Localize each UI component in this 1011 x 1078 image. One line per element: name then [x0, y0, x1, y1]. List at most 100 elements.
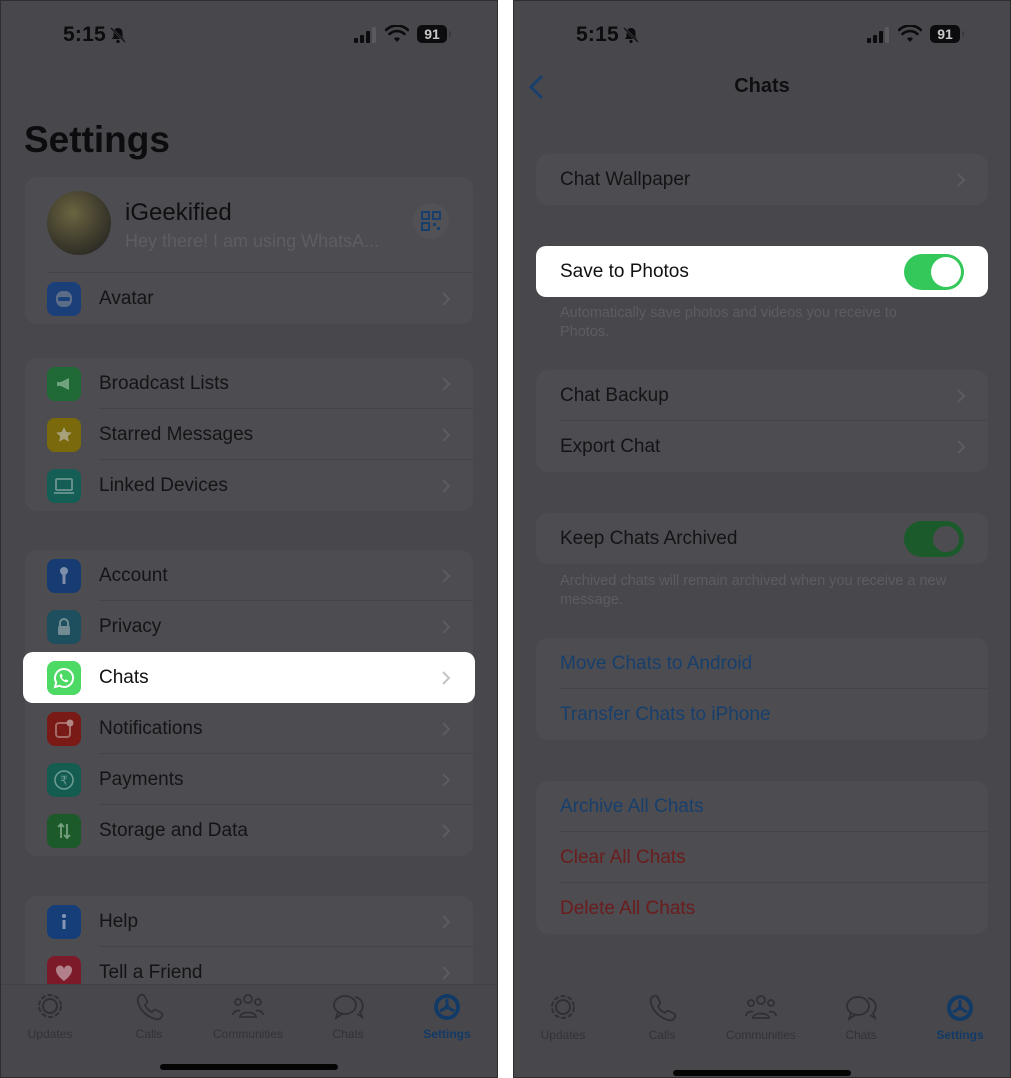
settings-item-broadcast-lists[interactable]: Broadcast Lists — [25, 358, 473, 409]
save-to-photos-toggle[interactable] — [904, 253, 964, 290]
row-label: Delete All Chats — [560, 897, 696, 919]
chevron-right-icon — [957, 172, 966, 187]
transfer-group: Move Chats to Android Transfer Chats to … — [536, 638, 988, 740]
tab-bar: Updates Calls Communities Chats Settings — [1, 984, 497, 1077]
tab-calls[interactable]: Calls — [104, 991, 194, 1041]
battery-icon: 91 — [417, 25, 451, 43]
laptop-icon — [47, 468, 81, 503]
chevron-right-icon — [442, 823, 451, 838]
settings-gear-icon — [434, 994, 460, 1020]
tab-label: Settings — [936, 1028, 984, 1042]
tab-calls[interactable]: Calls — [617, 992, 707, 1042]
chevron-right-icon — [442, 376, 451, 391]
tab-chats[interactable]: Chats — [816, 992, 906, 1042]
battery-icon: 91 — [930, 25, 964, 43]
archive-group: Keep Chats Archived — [536, 513, 988, 564]
save-to-photos-row: Save to Photos — [536, 246, 988, 297]
key-icon — [47, 558, 81, 593]
communities-icon — [232, 994, 264, 1018]
settings-group-4: Help Tell a Friend — [25, 896, 473, 998]
settings-item-notifications[interactable]: Notifications — [25, 703, 473, 754]
export-chat-row[interactable]: Export Chat — [536, 421, 988, 472]
home-indicator[interactable] — [673, 1070, 851, 1076]
transfer-chats-iphone-row[interactable]: Transfer Chats to iPhone — [536, 689, 988, 740]
arrows-updown-icon — [47, 813, 81, 848]
phone-icon — [136, 993, 164, 1021]
avatar[interactable] — [47, 191, 111, 255]
row-label: Export Chat — [560, 435, 661, 457]
updates-icon — [38, 994, 62, 1018]
rupee-icon: ₹ — [47, 762, 81, 797]
settings-screen: 5:15 91 Settings iGeekified Hey there! I… — [0, 0, 498, 1078]
settings-item-privacy[interactable]: Privacy — [25, 601, 473, 652]
settings-item-label: Avatar — [99, 287, 154, 309]
clear-all-chats-button[interactable]: Clear All Chats — [536, 832, 988, 883]
tab-label: Chats — [332, 1027, 364, 1041]
chevron-right-icon — [957, 388, 966, 403]
tab-communities[interactable]: Communities — [203, 991, 293, 1041]
chats-settings-screen: 5:15 91 Chats Chat Wallpaper Save to Pho… — [513, 0, 1011, 1078]
home-indicator[interactable] — [160, 1064, 338, 1070]
profile-row[interactable]: iGeekified Hey there! I am using WhatsA.… — [25, 177, 473, 273]
backup-group: Chat Backup Export Chat — [536, 370, 988, 472]
tab-settings[interactable]: Settings — [402, 991, 492, 1041]
chats-icon — [846, 996, 877, 1022]
settings-item-label: Broadcast Lists — [99, 372, 229, 394]
updates-icon — [551, 995, 575, 1019]
chevron-right-icon — [442, 670, 451, 685]
settings-item-label: Tell a Friend — [99, 961, 203, 983]
tab-communities[interactable]: Communities — [716, 992, 806, 1042]
chat-backup-row[interactable]: Chat Backup — [536, 370, 988, 421]
tab-label: Communities — [212, 1027, 284, 1041]
wallpaper-group: Chat Wallpaper — [536, 154, 988, 205]
tab-settings[interactable]: Settings — [915, 992, 1005, 1042]
settings-item-starred-messages[interactable]: Starred Messages — [25, 409, 473, 460]
row-label: Archive All Chats — [560, 795, 704, 817]
qr-code-button[interactable] — [413, 203, 449, 239]
settings-item-storage-and-data[interactable]: Storage and Data — [25, 805, 473, 856]
status-time: 5:15 — [63, 23, 106, 46]
row-label: Clear All Chats — [560, 846, 686, 868]
page-title: Settings — [24, 119, 170, 160]
settings-group-2: Broadcast Lists Starred Messages Linked … — [25, 358, 473, 511]
star-icon — [47, 417, 81, 452]
settings-item-chats[interactable]: Chats — [23, 652, 475, 703]
settings-item-label: Notifications — [99, 717, 203, 739]
row-label: Chat Backup — [560, 384, 669, 406]
settings-item-payments[interactable]: ₹ Payments — [25, 754, 473, 805]
move-chats-android-row[interactable]: Move Chats to Android — [536, 638, 988, 689]
settings-item-label: Help — [99, 910, 139, 932]
profile-group: iGeekified Hey there! I am using WhatsA.… — [25, 177, 473, 324]
signal-icon — [867, 27, 889, 43]
settings-item-linked-devices[interactable]: Linked Devices — [25, 460, 473, 511]
keep-chats-archived-row: Keep Chats Archived — [536, 513, 988, 564]
chevron-right-icon — [442, 914, 451, 929]
tab-label: Calls — [648, 1028, 676, 1042]
tab-label: Settings — [423, 1027, 471, 1041]
settings-item-avatar[interactable]: Avatar — [25, 273, 473, 324]
tab-chats[interactable]: Chats — [303, 991, 393, 1041]
tab-updates[interactable]: Updates — [518, 992, 608, 1042]
settings-item-label: Privacy — [99, 615, 162, 637]
megaphone-icon — [47, 366, 81, 401]
tab-label: Chats — [845, 1028, 877, 1042]
save-to-photos-footnote: Automatically save photos and videos you… — [560, 305, 897, 340]
info-icon — [47, 904, 81, 939]
svg-text:₹: ₹ — [60, 773, 68, 787]
archive-all-chats-button[interactable]: Archive All Chats — [536, 781, 988, 832]
tab-updates[interactable]: Updates — [5, 991, 95, 1041]
keep-chats-archived-toggle[interactable] — [904, 520, 964, 557]
settings-item-account[interactable]: Account — [25, 550, 473, 601]
delete-all-chats-button[interactable]: Delete All Chats — [536, 883, 988, 934]
notification-icon — [47, 711, 81, 746]
chevron-right-icon — [442, 721, 451, 736]
row-label: Transfer Chats to iPhone — [560, 703, 771, 725]
settings-group-3: Account Privacy Chats Notifications ₹ Pa… — [23, 550, 475, 856]
tab-label: Calls — [135, 1027, 163, 1041]
bell-slash-icon — [110, 27, 126, 44]
row-label: Keep Chats Archived — [560, 527, 738, 549]
settings-item-help[interactable]: Help — [25, 896, 473, 947]
chat-wallpaper-row[interactable]: Chat Wallpaper — [536, 154, 988, 205]
communities-icon — [745, 995, 777, 1019]
bell-slash-icon — [623, 27, 639, 44]
